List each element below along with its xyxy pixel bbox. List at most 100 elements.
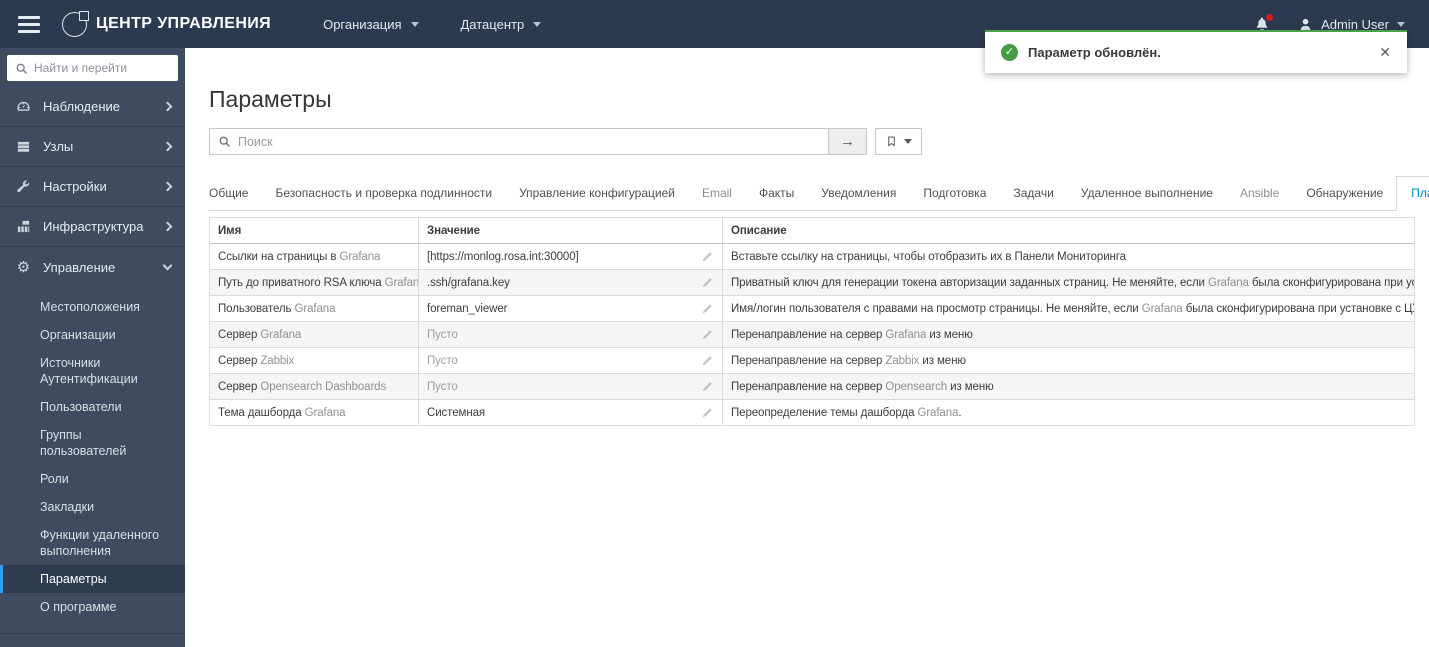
column-header-name: Имя <box>209 217 419 244</box>
sidebar-item-infrastructure[interactable]: Инфраструктура <box>0 207 185 247</box>
column-header-value: Значение <box>418 217 723 244</box>
sidebar-item-monitoring[interactable]: Мониторинг <box>0 634 185 647</box>
param-value: Системная <box>427 406 485 419</box>
sidebar-item-administer[interactable]: ⚙ Управление <box>0 247 185 287</box>
table-row: Пользователь Grafana foreman_viewer Имя/… <box>209 295 1415 322</box>
app-logo <box>62 10 89 37</box>
param-description: Имя/логин пользователя с правами на прос… <box>731 302 1142 315</box>
main-content: Параметры → Общие Безопасность и проверк… <box>185 48 1429 647</box>
datacenter-menu[interactable]: Датацентр <box>461 17 542 32</box>
param-name: Сервер <box>218 354 261 367</box>
edit-pencil-icon[interactable] <box>701 381 713 393</box>
edit-pencil-icon[interactable] <box>701 355 713 367</box>
chevron-right-icon <box>162 101 173 112</box>
param-name-product: Zabbix <box>260 354 295 367</box>
sidebar-item-monitoring-section[interactable]: Наблюдение <box>0 87 185 127</box>
success-check-icon: ✓ <box>1001 44 1018 61</box>
sidebar-item-roles[interactable]: Роли <box>0 465 185 493</box>
edit-pencil-icon[interactable] <box>701 251 713 263</box>
gear-icon: ⚙ <box>16 258 31 276</box>
chevron-down-icon <box>533 21 542 31</box>
sidebar-item-auth-sources[interactable]: Источники Аутентификации <box>0 349 185 393</box>
search-icon <box>16 63 28 74</box>
tab-config-management[interactable]: Управление конфигурацией <box>519 177 675 210</box>
param-name: Пользователь <box>218 302 295 315</box>
param-description: Перенаправление на сервер <box>731 354 886 367</box>
param-name: Сервер <box>218 380 261 393</box>
sidebar-item-about[interactable]: О программе <box>0 593 185 621</box>
sidebar-search-input[interactable] <box>34 61 170 75</box>
bookmark-dropdown-button[interactable] <box>875 128 922 155</box>
chevron-down-icon <box>410 21 419 31</box>
chevron-down-icon <box>903 138 912 148</box>
settings-tabs: Общие Безопасность и проверка подлинност… <box>209 176 1429 211</box>
param-description: Переопределение темы дашборда <box>731 406 918 419</box>
table-row: Сервер Zabbix Пусто Перенаправление на с… <box>209 347 1415 374</box>
param-value: .ssh/grafana.key <box>427 276 510 289</box>
param-name-product: Grafana <box>304 406 346 419</box>
chevron-right-icon <box>162 141 173 152</box>
parameters-table: Имя Значение Описание Ссылки на страницы… <box>209 217 1415 426</box>
tab-notifications[interactable]: Уведомления <box>821 177 896 210</box>
param-value: [https://monlog.rosa.int:30000] <box>427 250 579 263</box>
administer-submenu: Местоположения Организации Источники Аут… <box>0 287 185 634</box>
param-name-product: Grafana <box>294 302 336 315</box>
tab-ansible[interactable]: Ansible <box>1240 177 1279 210</box>
param-description: Перенаправление на сервер <box>731 328 886 341</box>
search-row: → <box>209 128 922 155</box>
chevron-down-icon <box>162 260 173 271</box>
sidebar-item-settings-parameters[interactable]: Параметры <box>0 565 185 593</box>
edit-pencil-icon[interactable] <box>701 303 713 315</box>
wrench-icon <box>14 179 33 194</box>
edit-pencil-icon[interactable] <box>701 329 713 341</box>
sidebar: Наблюдение Узлы Настройки Инфраструктура… <box>0 48 185 647</box>
param-value: Пусто <box>427 380 458 393</box>
sidebar-item-locations[interactable]: Местоположения <box>0 293 185 321</box>
table-row: Тема дашборда Grafana Системная Переопре… <box>209 399 1415 426</box>
brand: ЦЕНТР УПРАВЛЕНИЯ <box>62 10 271 37</box>
page-title: Параметры <box>209 86 332 112</box>
edit-pencil-icon[interactable] <box>701 407 713 419</box>
search-input[interactable] <box>238 134 820 149</box>
chevron-right-icon <box>162 221 173 232</box>
chevron-right-icon <box>162 181 173 192</box>
column-header-description: Описание <box>722 217 1415 244</box>
tab-email[interactable]: Email <box>702 177 732 210</box>
sidebar-item-organizations[interactable]: Организации <box>0 321 185 349</box>
tab-provisioning[interactable]: Подготовка <box>923 177 986 210</box>
param-name-product: Grafana <box>260 328 302 341</box>
tab-monitoring-plugin[interactable]: Плагин Мониторинга <box>1396 176 1429 211</box>
search-submit-button[interactable]: → <box>829 128 867 155</box>
tab-facts[interactable]: Факты <box>759 177 794 210</box>
param-name: Сервер <box>218 328 261 341</box>
tab-general[interactable]: Общие <box>209 177 248 210</box>
param-value: Пусто <box>427 328 458 341</box>
edit-pencil-icon[interactable] <box>701 277 713 289</box>
tab-discovery[interactable]: Обнаружение <box>1306 177 1383 210</box>
sidebar-search[interactable] <box>7 55 178 81</box>
close-icon[interactable]: ✕ <box>1379 44 1391 61</box>
notification-badge <box>1266 14 1274 21</box>
table-header-row: Имя Значение Описание <box>209 217 1415 244</box>
param-value: foreman_viewer <box>427 302 508 315</box>
sidebar-item-settings[interactable]: Настройки <box>0 167 185 207</box>
sidebar-item-bookmarks[interactable]: Закладки <box>0 493 185 521</box>
tab-tasks[interactable]: Задачи <box>1013 177 1053 210</box>
table-row: Ссылки на страницы в Grafana [https://mo… <box>209 243 1415 270</box>
sidebar-item-hosts[interactable]: Узлы <box>0 127 185 167</box>
sidebar-item-remote-execution-features[interactable]: Функции удаленного выполнения <box>0 521 185 565</box>
param-name-product: Grafana <box>339 250 381 263</box>
table-row: Путь до приватного RSA ключа Grafana .ss… <box>209 269 1415 296</box>
param-name: Путь до приватного RSA ключа <box>218 276 385 289</box>
param-name-product: Grafana <box>384 276 418 289</box>
sidebar-item-users[interactable]: Пользователи <box>0 393 185 421</box>
gauge-icon <box>14 99 33 114</box>
search-box[interactable] <box>209 128 829 155</box>
tab-auth[interactable]: Безопасность и проверка подлинности <box>275 177 492 210</box>
tab-remote-execution[interactable]: Удаленное выполнение <box>1081 177 1213 210</box>
param-description: Приватный ключ для генерации токена авто… <box>731 276 1208 289</box>
organization-menu[interactable]: Организация <box>323 17 419 32</box>
sidebar-item-user-groups[interactable]: Группы пользователей <box>0 421 185 465</box>
hamburger-menu-icon[interactable] <box>18 15 40 33</box>
table-row: Сервер Grafana Пусто Перенаправление на … <box>209 321 1415 348</box>
